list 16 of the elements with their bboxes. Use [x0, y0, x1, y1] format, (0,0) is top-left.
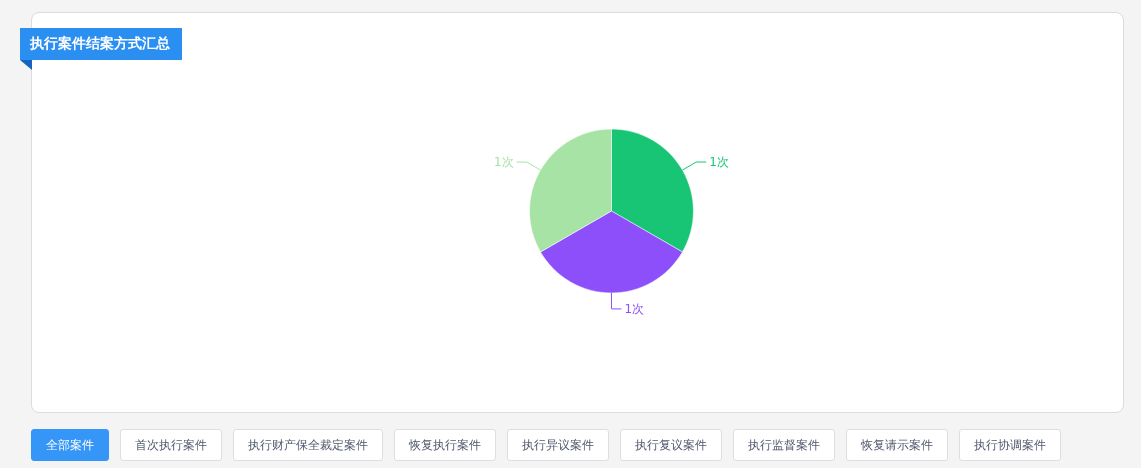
filter-button[interactable]: 执行异议案件: [507, 429, 609, 461]
filter-button[interactable]: 恢复执行案件: [394, 429, 496, 461]
filter-button[interactable]: 恢复请示案件: [846, 429, 948, 461]
leader-line: [681, 161, 707, 171]
value-label: 1次: [494, 155, 514, 170]
filter-button[interactable]: 执行协调案件: [959, 429, 1061, 461]
value-label: 1次: [624, 301, 645, 316]
filter-button[interactable]: 首次执行案件: [120, 429, 222, 461]
filter-button[interactable]: 执行复议案件: [620, 429, 722, 461]
filter-button[interactable]: 执行财产保全裁定案件: [233, 429, 383, 461]
leader-line: [516, 161, 541, 171]
ribbon-fold-icon: [20, 60, 32, 70]
value-label: 1次: [709, 155, 729, 170]
filter-button[interactable]: 执行监督案件: [733, 429, 835, 461]
leader-line: [610, 292, 622, 310]
panel-title: 执行案件结案方式汇总: [20, 28, 182, 60]
